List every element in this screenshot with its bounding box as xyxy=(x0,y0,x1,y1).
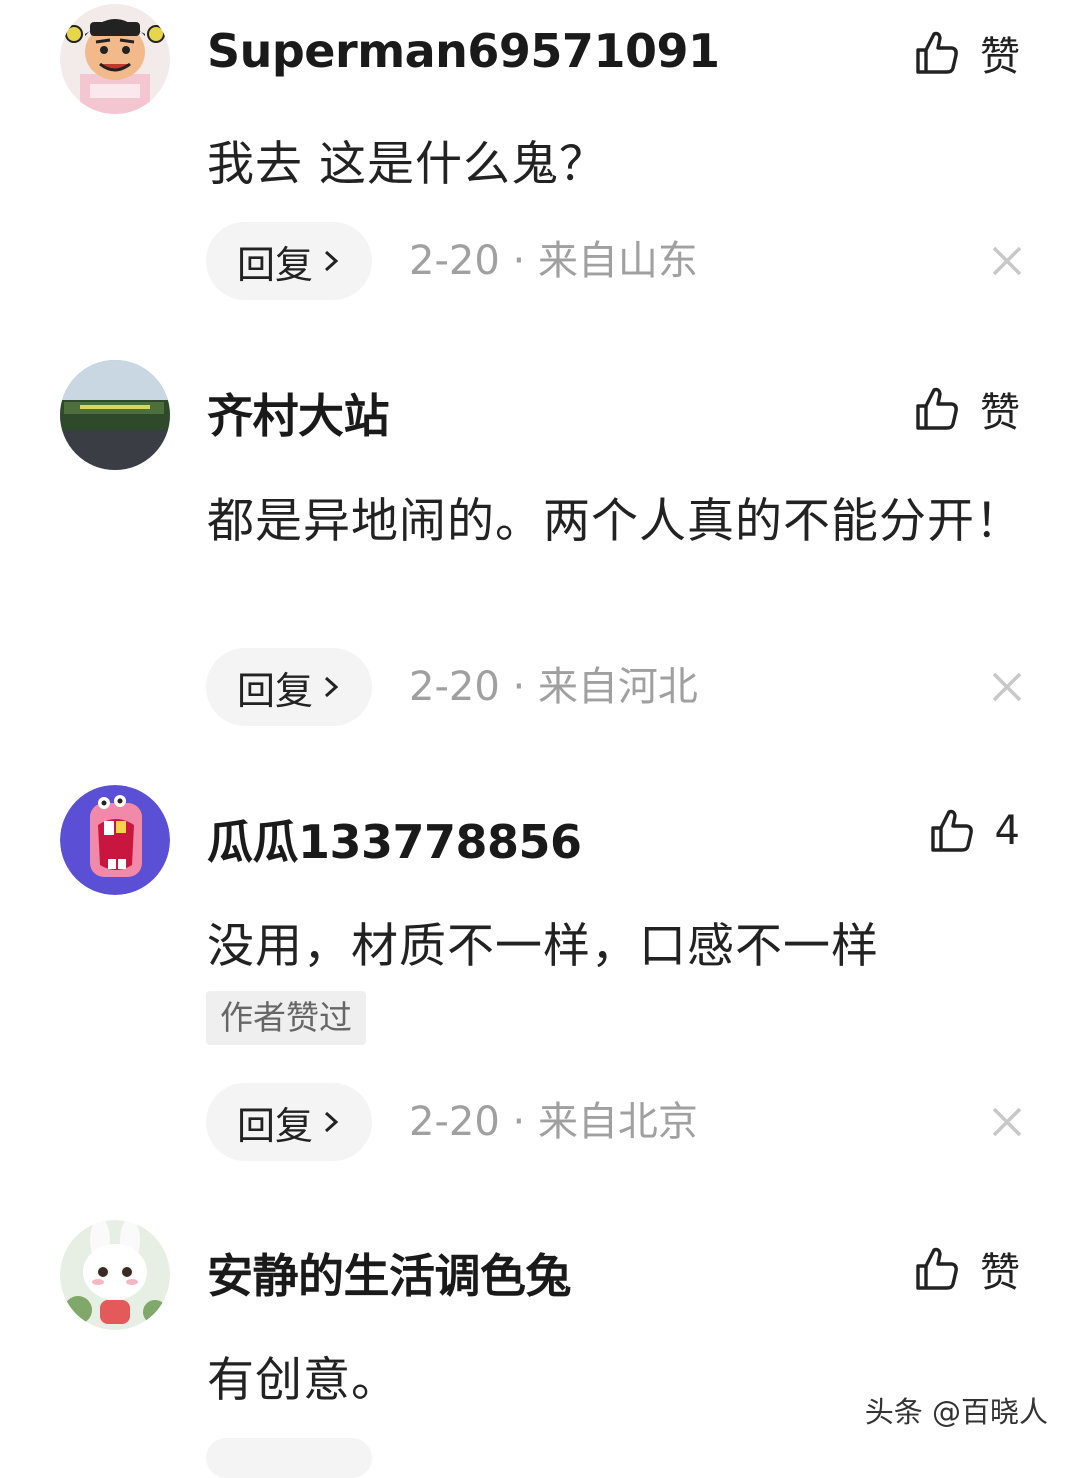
comment-footer: 回复 2-20 · 来自山东 xyxy=(206,222,1026,300)
thumbs-up-icon xyxy=(912,1244,962,1294)
reply-label: 回复 xyxy=(236,668,313,713)
username[interactable]: Superman69571091 xyxy=(207,24,720,78)
close-icon xyxy=(992,672,1022,702)
meta-separator: · xyxy=(499,1099,538,1145)
username[interactable]: 安静的生活调色兔 xyxy=(207,1240,572,1306)
thumbs-up-icon xyxy=(912,28,962,78)
chevron-right-icon xyxy=(324,250,339,272)
comment-date: 2-20 xyxy=(409,664,500,710)
like-button[interactable]: 4 xyxy=(927,806,1020,856)
avatar[interactable] xyxy=(60,1220,170,1330)
chevron-right-icon xyxy=(324,1111,339,1133)
comment-text: 我去 这是什么鬼？ xyxy=(207,137,607,192)
like-label: 赞 xyxy=(980,1250,1020,1296)
reply-button[interactable] xyxy=(206,1438,372,1478)
comment-location: 来自北京 xyxy=(537,1099,698,1145)
dismiss-button[interactable] xyxy=(988,242,1026,280)
close-icon xyxy=(992,1107,1022,1137)
comment-footer: 回复 2-20 · 来自北京 xyxy=(206,1083,1026,1161)
like-label: 赞 xyxy=(980,390,1020,436)
meta-separator: · xyxy=(499,238,538,284)
comment-text: 没用，材质不一样，口感不一样 xyxy=(207,919,879,974)
comment-date: 2-20 xyxy=(409,238,500,284)
chevron-right-icon xyxy=(324,676,339,698)
landscape-photo-avatar-icon xyxy=(60,360,170,470)
cartoon-mouth-avatar-icon xyxy=(60,785,170,895)
like-button[interactable]: 赞 xyxy=(912,1240,1020,1298)
reply-label: 回复 xyxy=(236,1103,313,1148)
comment-meta: 2-20 · 来自山东 xyxy=(409,222,698,300)
dismiss-button[interactable] xyxy=(988,1103,1026,1141)
meta-separator: · xyxy=(499,664,538,710)
like-count: 4 xyxy=(994,808,1020,854)
watermark: 头条 @百晓人 xyxy=(864,1395,1048,1429)
comment-meta: 2-20 · 来自河北 xyxy=(409,648,698,726)
like-button[interactable]: 赞 xyxy=(912,24,1020,82)
comment-location: 来自山东 xyxy=(537,238,698,284)
avatar[interactable] xyxy=(60,785,170,895)
bunny-avatar-icon xyxy=(60,1220,170,1330)
comment-location: 来自河北 xyxy=(537,664,698,710)
reply-button[interactable]: 回复 xyxy=(206,1083,372,1161)
avatar[interactable] xyxy=(60,360,170,470)
reply-button[interactable]: 回复 xyxy=(206,648,372,726)
like-button[interactable]: 赞 xyxy=(912,380,1020,438)
comment-text: 都是异地闹的。两个人真的不能分开！ xyxy=(207,494,1023,549)
thumbs-up-icon xyxy=(927,806,977,856)
username[interactable]: 瓜瓜133778856 xyxy=(207,806,582,872)
close-icon xyxy=(992,246,1022,276)
cartoon-man-avatar-icon xyxy=(60,4,170,114)
comment-meta: 2-20 · 来自北京 xyxy=(409,1083,698,1161)
avatar[interactable] xyxy=(60,4,170,114)
username[interactable]: 齐村大站 xyxy=(207,380,390,446)
author-liked-badge: 作者赞过 xyxy=(206,991,366,1045)
thumbs-up-icon xyxy=(912,384,962,434)
comment-footer: 回复 2-20 · 来自河北 xyxy=(206,648,1026,726)
like-label: 赞 xyxy=(980,34,1020,80)
comment-date: 2-20 xyxy=(409,1099,500,1145)
reply-button[interactable]: 回复 xyxy=(206,222,372,300)
dismiss-button[interactable] xyxy=(988,668,1026,706)
reply-label: 回复 xyxy=(236,242,313,287)
